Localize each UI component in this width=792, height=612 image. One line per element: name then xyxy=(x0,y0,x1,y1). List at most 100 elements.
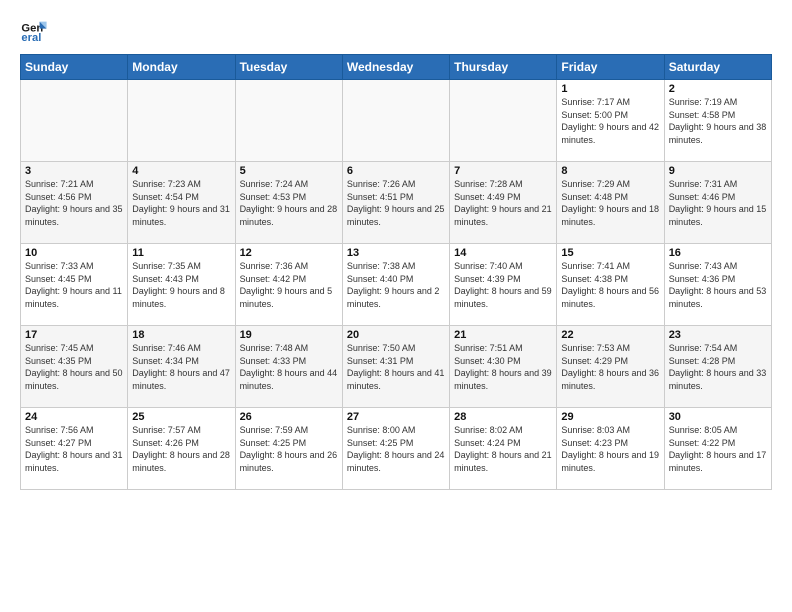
day-info: Sunrise: 7:31 AM Sunset: 4:46 PM Dayligh… xyxy=(669,178,767,228)
calendar-day-cell: 28Sunrise: 8:02 AM Sunset: 4:24 PM Dayli… xyxy=(450,408,557,490)
calendar-day-cell: 4Sunrise: 7:23 AM Sunset: 4:54 PM Daylig… xyxy=(128,162,235,244)
day-info: Sunrise: 7:17 AM Sunset: 5:00 PM Dayligh… xyxy=(561,96,659,146)
calendar-day-cell: 30Sunrise: 8:05 AM Sunset: 4:22 PM Dayli… xyxy=(664,408,771,490)
day-number: 12 xyxy=(240,247,338,259)
day-info: Sunrise: 7:19 AM Sunset: 4:58 PM Dayligh… xyxy=(669,96,767,146)
day-info: Sunrise: 7:59 AM Sunset: 4:25 PM Dayligh… xyxy=(240,424,338,474)
day-number: 4 xyxy=(132,165,230,177)
day-info: Sunrise: 7:57 AM Sunset: 4:26 PM Dayligh… xyxy=(132,424,230,474)
calendar-week-row: 10Sunrise: 7:33 AM Sunset: 4:45 PM Dayli… xyxy=(21,244,772,326)
day-number: 7 xyxy=(454,165,552,177)
calendar-day-cell: 9Sunrise: 7:31 AM Sunset: 4:46 PM Daylig… xyxy=(664,162,771,244)
day-number: 26 xyxy=(240,411,338,423)
calendar-day-cell: 22Sunrise: 7:53 AM Sunset: 4:29 PM Dayli… xyxy=(557,326,664,408)
weekday-header-friday: Friday xyxy=(557,55,664,80)
calendar-day-cell: 16Sunrise: 7:43 AM Sunset: 4:36 PM Dayli… xyxy=(664,244,771,326)
day-number: 27 xyxy=(347,411,445,423)
calendar-day-cell: 26Sunrise: 7:59 AM Sunset: 4:25 PM Dayli… xyxy=(235,408,342,490)
day-info: Sunrise: 7:40 AM Sunset: 4:39 PM Dayligh… xyxy=(454,260,552,310)
day-number: 22 xyxy=(561,329,659,341)
page-header: Gen eral xyxy=(20,16,772,44)
calendar-week-row: 1Sunrise: 7:17 AM Sunset: 5:00 PM Daylig… xyxy=(21,80,772,162)
calendar-week-row: 24Sunrise: 7:56 AM Sunset: 4:27 PM Dayli… xyxy=(21,408,772,490)
day-info: Sunrise: 7:50 AM Sunset: 4:31 PM Dayligh… xyxy=(347,342,445,392)
day-info: Sunrise: 7:28 AM Sunset: 4:49 PM Dayligh… xyxy=(454,178,552,228)
day-info: Sunrise: 7:56 AM Sunset: 4:27 PM Dayligh… xyxy=(25,424,123,474)
day-info: Sunrise: 7:45 AM Sunset: 4:35 PM Dayligh… xyxy=(25,342,123,392)
calendar-day-cell: 1Sunrise: 7:17 AM Sunset: 5:00 PM Daylig… xyxy=(557,80,664,162)
day-number: 5 xyxy=(240,165,338,177)
day-info: Sunrise: 8:02 AM Sunset: 4:24 PM Dayligh… xyxy=(454,424,552,474)
day-info: Sunrise: 7:35 AM Sunset: 4:43 PM Dayligh… xyxy=(132,260,230,310)
calendar-day-cell: 12Sunrise: 7:36 AM Sunset: 4:42 PM Dayli… xyxy=(235,244,342,326)
weekday-header-monday: Monday xyxy=(128,55,235,80)
logo: Gen eral xyxy=(20,16,52,44)
calendar-table: SundayMondayTuesdayWednesdayThursdayFrid… xyxy=(20,54,772,490)
calendar-day-cell: 23Sunrise: 7:54 AM Sunset: 4:28 PM Dayli… xyxy=(664,326,771,408)
weekday-header-tuesday: Tuesday xyxy=(235,55,342,80)
calendar-day-cell: 10Sunrise: 7:33 AM Sunset: 4:45 PM Dayli… xyxy=(21,244,128,326)
day-info: Sunrise: 7:43 AM Sunset: 4:36 PM Dayligh… xyxy=(669,260,767,310)
calendar-day-cell: 15Sunrise: 7:41 AM Sunset: 4:38 PM Dayli… xyxy=(557,244,664,326)
calendar-day-cell: 13Sunrise: 7:38 AM Sunset: 4:40 PM Dayli… xyxy=(342,244,449,326)
calendar-day-cell: 24Sunrise: 7:56 AM Sunset: 4:27 PM Dayli… xyxy=(21,408,128,490)
day-number: 14 xyxy=(454,247,552,259)
day-info: Sunrise: 7:33 AM Sunset: 4:45 PM Dayligh… xyxy=(25,260,123,310)
day-number: 13 xyxy=(347,247,445,259)
calendar-day-cell: 25Sunrise: 7:57 AM Sunset: 4:26 PM Dayli… xyxy=(128,408,235,490)
day-info: Sunrise: 8:05 AM Sunset: 4:22 PM Dayligh… xyxy=(669,424,767,474)
calendar-day-cell: 19Sunrise: 7:48 AM Sunset: 4:33 PM Dayli… xyxy=(235,326,342,408)
calendar-day-cell: 29Sunrise: 8:03 AM Sunset: 4:23 PM Dayli… xyxy=(557,408,664,490)
day-info: Sunrise: 7:41 AM Sunset: 4:38 PM Dayligh… xyxy=(561,260,659,310)
calendar-day-cell: 17Sunrise: 7:45 AM Sunset: 4:35 PM Dayli… xyxy=(21,326,128,408)
day-number: 23 xyxy=(669,329,767,341)
logo-icon: Gen eral xyxy=(20,16,48,44)
calendar-day-cell: 20Sunrise: 7:50 AM Sunset: 4:31 PM Dayli… xyxy=(342,326,449,408)
day-number: 6 xyxy=(347,165,445,177)
day-info: Sunrise: 8:03 AM Sunset: 4:23 PM Dayligh… xyxy=(561,424,659,474)
day-number: 16 xyxy=(669,247,767,259)
calendar-day-cell: 14Sunrise: 7:40 AM Sunset: 4:39 PM Dayli… xyxy=(450,244,557,326)
calendar-day-cell xyxy=(450,80,557,162)
day-info: Sunrise: 7:24 AM Sunset: 4:53 PM Dayligh… xyxy=(240,178,338,228)
weekday-header-saturday: Saturday xyxy=(664,55,771,80)
calendar-week-row: 17Sunrise: 7:45 AM Sunset: 4:35 PM Dayli… xyxy=(21,326,772,408)
calendar-day-cell: 3Sunrise: 7:21 AM Sunset: 4:56 PM Daylig… xyxy=(21,162,128,244)
day-info: Sunrise: 7:53 AM Sunset: 4:29 PM Dayligh… xyxy=(561,342,659,392)
day-info: Sunrise: 7:36 AM Sunset: 4:42 PM Dayligh… xyxy=(240,260,338,310)
day-info: Sunrise: 7:21 AM Sunset: 4:56 PM Dayligh… xyxy=(25,178,123,228)
day-info: Sunrise: 7:51 AM Sunset: 4:30 PM Dayligh… xyxy=(454,342,552,392)
weekday-header-thursday: Thursday xyxy=(450,55,557,80)
calendar-header-row: SundayMondayTuesdayWednesdayThursdayFrid… xyxy=(21,55,772,80)
day-number: 3 xyxy=(25,165,123,177)
day-info: Sunrise: 7:48 AM Sunset: 4:33 PM Dayligh… xyxy=(240,342,338,392)
calendar-day-cell: 5Sunrise: 7:24 AM Sunset: 4:53 PM Daylig… xyxy=(235,162,342,244)
day-info: Sunrise: 7:29 AM Sunset: 4:48 PM Dayligh… xyxy=(561,178,659,228)
calendar-day-cell: 21Sunrise: 7:51 AM Sunset: 4:30 PM Dayli… xyxy=(450,326,557,408)
day-number: 10 xyxy=(25,247,123,259)
calendar-day-cell xyxy=(128,80,235,162)
calendar-day-cell: 8Sunrise: 7:29 AM Sunset: 4:48 PM Daylig… xyxy=(557,162,664,244)
calendar-day-cell xyxy=(21,80,128,162)
day-info: Sunrise: 7:38 AM Sunset: 4:40 PM Dayligh… xyxy=(347,260,445,310)
calendar-day-cell: 6Sunrise: 7:26 AM Sunset: 4:51 PM Daylig… xyxy=(342,162,449,244)
day-info: Sunrise: 7:46 AM Sunset: 4:34 PM Dayligh… xyxy=(132,342,230,392)
day-number: 17 xyxy=(25,329,123,341)
day-number: 11 xyxy=(132,247,230,259)
day-number: 20 xyxy=(347,329,445,341)
weekday-header-sunday: Sunday xyxy=(21,55,128,80)
day-number: 8 xyxy=(561,165,659,177)
day-info: Sunrise: 7:23 AM Sunset: 4:54 PM Dayligh… xyxy=(132,178,230,228)
calendar-day-cell: 11Sunrise: 7:35 AM Sunset: 4:43 PM Dayli… xyxy=(128,244,235,326)
calendar-week-row: 3Sunrise: 7:21 AM Sunset: 4:56 PM Daylig… xyxy=(21,162,772,244)
day-number: 24 xyxy=(25,411,123,423)
day-number: 29 xyxy=(561,411,659,423)
day-number: 19 xyxy=(240,329,338,341)
day-number: 9 xyxy=(669,165,767,177)
day-number: 18 xyxy=(132,329,230,341)
day-info: Sunrise: 7:54 AM Sunset: 4:28 PM Dayligh… xyxy=(669,342,767,392)
day-number: 28 xyxy=(454,411,552,423)
calendar-day-cell: 18Sunrise: 7:46 AM Sunset: 4:34 PM Dayli… xyxy=(128,326,235,408)
calendar-day-cell: 7Sunrise: 7:28 AM Sunset: 4:49 PM Daylig… xyxy=(450,162,557,244)
day-number: 2 xyxy=(669,83,767,95)
